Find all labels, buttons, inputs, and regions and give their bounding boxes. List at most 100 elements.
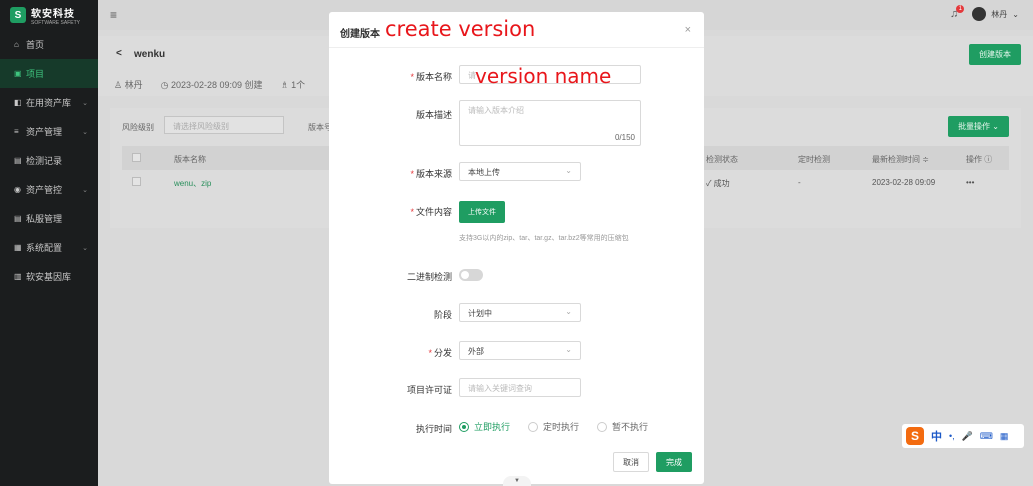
chevron-down-icon: ⌄ — [82, 244, 88, 252]
stage-select[interactable]: 计划中 ⌄ — [459, 303, 581, 322]
risk-filter-select[interactable]: 请选择风险级别 — [164, 116, 284, 134]
keyboard-icon[interactable]: ⌨ — [980, 431, 993, 442]
chevron-down-icon: ⌄ — [82, 99, 88, 107]
version-name-link[interactable]: wenu、zip — [174, 178, 211, 189]
sidebar-item-system-config[interactable]: ▦ 系统配置 ⌄ — [0, 233, 98, 262]
radio-immediate[interactable]: 立即执行 — [459, 420, 510, 433]
license-label: 项目许可证 — [406, 385, 452, 395]
back-icon[interactable]: < — [116, 48, 122, 59]
sidebar-item-private-server[interactable]: ▤ 私服管理 — [0, 204, 98, 233]
exec-time-radio-group: 立即执行 定时执行 暂不执行 — [459, 420, 648, 433]
project-created: ◷ 2023-02-28 09:09 创建 — [160, 80, 263, 90]
user-name: 林丹 — [991, 9, 1008, 19]
sidebar-item-label: 检测记录 — [26, 156, 63, 166]
sidebar-item-label: 资产管理 — [26, 127, 63, 137]
description-textarea[interactable]: 请输入版本介绍 0/150 — [459, 100, 641, 146]
notification-bell-icon[interactable]: ♫ 1 — [950, 5, 965, 20]
logo-mark: S — [10, 7, 26, 23]
project-members: ♗ 1个 — [280, 80, 306, 90]
schedule-value: - — [798, 178, 801, 187]
select-all-checkbox[interactable] — [132, 153, 141, 162]
risk-filter-label: 风险级别 — [122, 123, 154, 132]
control-icon: ◉ — [14, 185, 21, 194]
sidebar-item-label: 系统配置 — [26, 243, 63, 253]
notification-badge: 1 — [956, 5, 965, 13]
column-header-actions: 操作 ⓘ — [966, 155, 993, 164]
ime-toolbar: S 中 •, 🎤 ⌨ ▦ — [902, 424, 1024, 448]
home-icon: ⌂ — [14, 40, 19, 49]
ime-mode-toggle[interactable]: 中 — [931, 428, 942, 444]
dialog-title: 创建版本 — [340, 29, 380, 40]
sidebar-item-asset-control[interactable]: ◉ 资产管控 ⌄ — [0, 175, 98, 204]
project-owner: ♙ 林丹 — [114, 80, 143, 90]
project-name: wenku — [134, 49, 166, 60]
clock-icon: ◷ — [160, 80, 171, 90]
sidebar-item-label: 资产管控 — [26, 185, 63, 195]
distribution-select[interactable]: 外部 ⌄ — [459, 341, 581, 360]
description-label: 版本描述 — [415, 110, 452, 120]
user-icon: ♙ — [114, 80, 125, 90]
chevron-down-icon: ⌄ — [565, 307, 572, 316]
distribution-label: * 分发 — [428, 348, 452, 358]
column-header-status: 检测状态 — [706, 155, 738, 164]
row-checkbox[interactable] — [132, 177, 141, 186]
user-menu[interactable]: 林丹 ⌄ — [972, 7, 1019, 21]
logo[interactable]: S 软安科技 SOFTWARE SAFETY — [0, 0, 98, 30]
batch-actions-button[interactable]: 批量操作 ⌄ — [948, 116, 1009, 137]
project-icon: ▣ — [14, 69, 22, 78]
grid-menu-icon[interactable]: ▦ — [1000, 431, 1009, 442]
latest-scan-time: 2023-02-28 09:09 — [872, 178, 936, 187]
settings-icon: ▦ — [14, 243, 22, 252]
sidebar-item-asset-management[interactable]: ≡ 资产管理 ⌄ — [0, 117, 98, 146]
column-header-name: 版本名称 — [174, 155, 206, 164]
sidebar: S 软安科技 SOFTWARE SAFETY ⌂ 首页 ▣ 项目 ◧ 在用资产库… — [0, 0, 98, 486]
sidebar-item-label: 软安基因库 — [26, 272, 72, 282]
version-name-label: * 版本名称 — [410, 72, 452, 82]
sidebar-item-assets-in-use[interactable]: ◧ 在用资产库 ⌄ — [0, 88, 98, 117]
sidebar-item-label: 在用资产库 — [26, 98, 72, 108]
record-icon: ▤ — [14, 156, 22, 165]
sidebar-item-gene-library[interactable]: ▥ 软安基因库 — [0, 262, 98, 291]
brand-sub: SOFTWARE SAFETY — [31, 19, 80, 26]
annotation-version-name: version name — [475, 64, 612, 88]
sidebar-item-home[interactable]: ⌂ 首页 — [0, 30, 98, 59]
members-icon: ♗ — [280, 80, 292, 90]
license-search-input[interactable]: 请输入关键词查询 — [459, 378, 581, 397]
gene-library-icon: ▥ — [14, 272, 22, 281]
chevron-down-icon: ⌄ — [82, 186, 88, 194]
menu-toggle-icon[interactable]: ≡ — [110, 8, 117, 22]
more-actions-icon[interactable]: ••• — [966, 178, 974, 187]
cancel-button[interactable]: 取消 — [613, 452, 649, 472]
sidebar-item-scan-records[interactable]: ▤ 检测记录 — [0, 146, 98, 175]
microphone-icon[interactable]: 🎤 — [962, 431, 973, 442]
create-version-button[interactable]: 创建版本 — [969, 44, 1021, 65]
sidebar-item-project[interactable]: ▣ 项目 — [0, 59, 98, 88]
sidebar-item-label: 项目 — [26, 69, 45, 79]
upload-file-button[interactable]: 上传文件 — [459, 201, 505, 223]
done-button[interactable]: 完成 — [656, 452, 692, 472]
chevron-down-icon: ⌄ — [82, 128, 88, 136]
chevron-down-icon: ⌄ — [1012, 9, 1019, 19]
binary-detection-toggle[interactable] — [459, 269, 483, 281]
stage-label: 阶段 — [433, 310, 452, 320]
file-content-label: * 文件内容 — [410, 207, 452, 217]
column-header-latest[interactable]: 最新检测时间 ≑ — [872, 154, 929, 165]
chevron-down-icon: ⌄ — [565, 345, 572, 354]
exec-time-label: 执行时间 — [415, 424, 452, 434]
library-icon: ◧ — [14, 98, 22, 107]
server-icon: ▤ — [14, 214, 22, 223]
radio-not-now[interactable]: 暂不执行 — [597, 420, 648, 433]
chevron-down-icon: ⌄ — [565, 166, 572, 175]
punctuation-icon[interactable]: •, — [949, 431, 955, 441]
scroll-down-icon[interactable]: ▼ — [503, 476, 531, 486]
sidebar-item-label: 私服管理 — [26, 214, 63, 224]
source-label: * 版本来源 — [410, 169, 452, 179]
sogou-logo-icon[interactable]: S — [906, 427, 924, 445]
divider — [329, 47, 704, 48]
close-icon[interactable]: × — [685, 24, 691, 36]
radio-scheduled[interactable]: 定时执行 — [528, 420, 579, 433]
char-counter: 0/150 — [614, 133, 635, 142]
upload-hint: 支持3G以内的zip、tar、tar.gz、tar.bz2等常用的压缩包 — [459, 235, 629, 242]
sidebar-item-label: 首页 — [26, 40, 45, 50]
source-select[interactable]: 本地上传 ⌄ — [459, 162, 581, 181]
